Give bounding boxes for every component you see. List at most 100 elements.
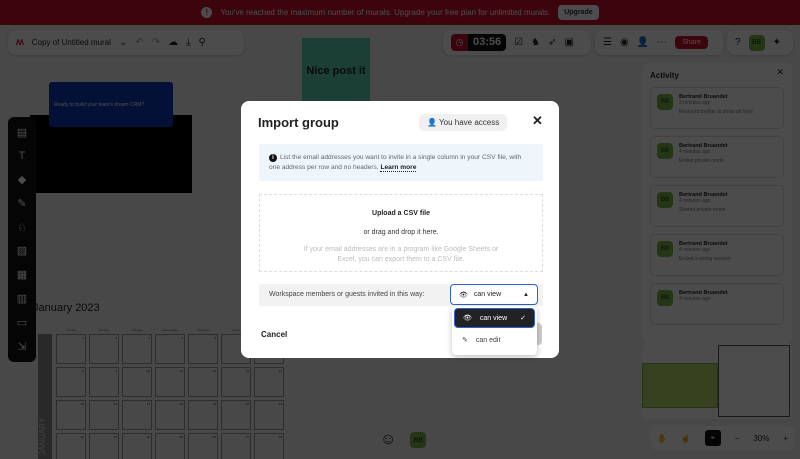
- redo-icon[interactable]: ↷: [152, 37, 160, 48]
- touch-icon[interactable]: ☝: [681, 434, 691, 443]
- timer-icon: ◷: [451, 34, 468, 51]
- calendar-day[interactable]: 20: [221, 400, 251, 430]
- calendar-day[interactable]: 8: [56, 367, 86, 397]
- calendar-day[interactable]: 14: [254, 367, 284, 397]
- dialog-title: Import group: [258, 115, 339, 130]
- private-mode-icon[interactable]: ♞: [531, 37, 540, 48]
- activity-action: Started private mode: [679, 207, 726, 213]
- sparkle-icon[interactable]: ✦: [773, 37, 781, 48]
- access-badge: 👤 You have access: [419, 114, 508, 131]
- import-icon[interactable]: ⇲: [17, 340, 26, 353]
- weekday-header: Wednesday: [162, 328, 178, 332]
- calendar-month-label: JANUARY: [38, 334, 52, 459]
- comments-icon[interactable]: ◉: [620, 37, 629, 48]
- sticky-note[interactable]: Nice post it: [302, 38, 370, 108]
- shapes-icon[interactable]: ◆: [18, 173, 26, 186]
- csv-dropzone[interactable]: Upload a CSV file or drag and drop it he…: [259, 194, 543, 272]
- permission-value: can view: [473, 291, 502, 298]
- calendar-day[interactable]: 21: [254, 400, 284, 430]
- calendar-day[interactable]: 10: [122, 367, 152, 397]
- upload-csv-link[interactable]: Upload a CSV file: [260, 210, 542, 217]
- calendar-day[interactable]: 13: [221, 367, 251, 397]
- edit-icon: ✎: [462, 337, 468, 344]
- undo-icon[interactable]: ↶: [135, 37, 143, 48]
- close-icon[interactable]: ✕: [532, 113, 543, 129]
- calendar-day[interactable]: 12: [188, 367, 218, 397]
- chevron-down-icon[interactable]: ⌄: [119, 37, 127, 48]
- calendar-day[interactable]: 26: [188, 433, 218, 459]
- more-icon[interactable]: ⋯: [657, 37, 667, 48]
- calendar-day[interactable]: 11: [155, 367, 185, 397]
- vote-icon[interactable]: ☑: [514, 37, 523, 48]
- activity-time: 4 minutes ago: [679, 296, 711, 302]
- calendar-day[interactable]: 18: [155, 400, 185, 430]
- calendar-day[interactable]: 22: [56, 433, 86, 459]
- text-icon[interactable]: T: [19, 150, 26, 162]
- weekday-header: Sunday: [65, 328, 77, 332]
- calendar-day[interactable]: 17: [122, 400, 152, 430]
- members-icon[interactable]: 👤: [637, 37, 649, 48]
- calendar-day[interactable]: 5: [188, 334, 218, 364]
- search-icon[interactable]: ⚲: [199, 37, 206, 48]
- sticky-note-icon[interactable]: ▤: [17, 126, 27, 139]
- emoji-icon[interactable]: ☺: [380, 431, 396, 449]
- upgrade-button[interactable]: Upgrade: [558, 5, 599, 20]
- llama-icon[interactable]: ♘: [17, 221, 27, 234]
- minimap[interactable]: [642, 343, 792, 419]
- notifications-icon[interactable]: ▣: [564, 37, 573, 48]
- zoom-level[interactable]: 30%: [753, 434, 769, 443]
- learn-more-link[interactable]: Learn more: [380, 164, 417, 172]
- calendar-day[interactable]: 3: [122, 334, 152, 364]
- table-icon[interactable]: ▥: [17, 292, 27, 305]
- cloud-icon[interactable]: ☁: [168, 37, 178, 48]
- calendar-day[interactable]: 4: [155, 334, 185, 364]
- map-icon[interactable]: ⌖: [704, 430, 721, 446]
- avatar: BB: [657, 241, 673, 257]
- crm-banner[interactable]: Ready to build your team's dream CRM?: [49, 82, 173, 127]
- hand-icon[interactable]: ✋: [657, 434, 667, 443]
- share-button[interactable]: Share: [675, 36, 708, 49]
- calendar-day[interactable]: 24: [122, 433, 152, 459]
- cancel-button[interactable]: Cancel: [261, 330, 287, 339]
- avatar[interactable]: BB: [410, 432, 427, 448]
- image-icon[interactable]: ▨: [17, 244, 27, 257]
- activity-time: 4 minutes ago: [679, 247, 711, 253]
- option-can-edit[interactable]: ✎ can edit: [454, 330, 535, 350]
- calendar-day[interactable]: 1: [56, 334, 86, 364]
- calendar-day[interactable]: 28: [254, 433, 284, 459]
- activity-action: Ended private mode: [679, 158, 724, 164]
- templates-icon[interactable]: ▦: [17, 268, 27, 281]
- help-icon[interactable]: ?: [735, 37, 741, 48]
- option-can-view[interactable]: 👁 can view ✓: [454, 308, 535, 328]
- drag-text: or drag and drop it here.: [363, 229, 439, 236]
- calendar-title: January 2023: [33, 302, 100, 314]
- calendar-day[interactable]: 19: [188, 400, 218, 430]
- banner-message: You've reached the maximum number of mur…: [220, 8, 551, 17]
- avatar[interactable]: BB: [748, 34, 765, 51]
- activity-item: BB Bertrand Bruandet 4 minutes ago Started …: [650, 185, 784, 227]
- timer[interactable]: ◷ 03:56: [451, 34, 507, 51]
- outline-icon[interactable]: ☰: [603, 37, 612, 48]
- activity-item: BB Bertrand Bruandet 4 minutes ago Ended pr…: [650, 136, 784, 178]
- download-icon[interactable]: ⤓: [186, 37, 190, 48]
- mural-title[interactable]: Copy of Untitled mural: [32, 38, 111, 47]
- hint-text: If your email addresses are in a program…: [303, 246, 499, 263]
- archive-icon[interactable]: ▭: [17, 316, 27, 329]
- calendar-day[interactable]: 16: [89, 400, 119, 430]
- avatar: BB: [657, 192, 673, 208]
- calendar-day[interactable]: 2: [89, 334, 119, 364]
- zoom-out-button[interactable]: −: [735, 434, 740, 443]
- calendar-day[interactable]: 25: [155, 433, 185, 459]
- pen-icon[interactable]: ✎: [17, 197, 26, 210]
- calendar-day[interactable]: 15: [56, 400, 86, 430]
- permission-select[interactable]: 👁 can view ▲: [450, 284, 538, 305]
- cursor-icon[interactable]: ➶: [548, 37, 556, 48]
- calendar-day[interactable]: 23: [89, 433, 119, 459]
- calendar-day[interactable]: 27: [221, 433, 251, 459]
- mural-logo-icon[interactable]: ʍ: [16, 37, 24, 48]
- close-icon[interactable]: ✕: [776, 67, 784, 78]
- activity-item: BB Bertrand Bruandet 4 minutes ago Ended a …: [650, 234, 784, 276]
- zoom-in-button[interactable]: +: [783, 434, 788, 443]
- calendar-day[interactable]: 9: [89, 367, 119, 397]
- mural-toolbar: ʍ Copy of Untitled mural ⌄ ↶ ↷ ☁ ⤓ ⚲: [8, 30, 244, 55]
